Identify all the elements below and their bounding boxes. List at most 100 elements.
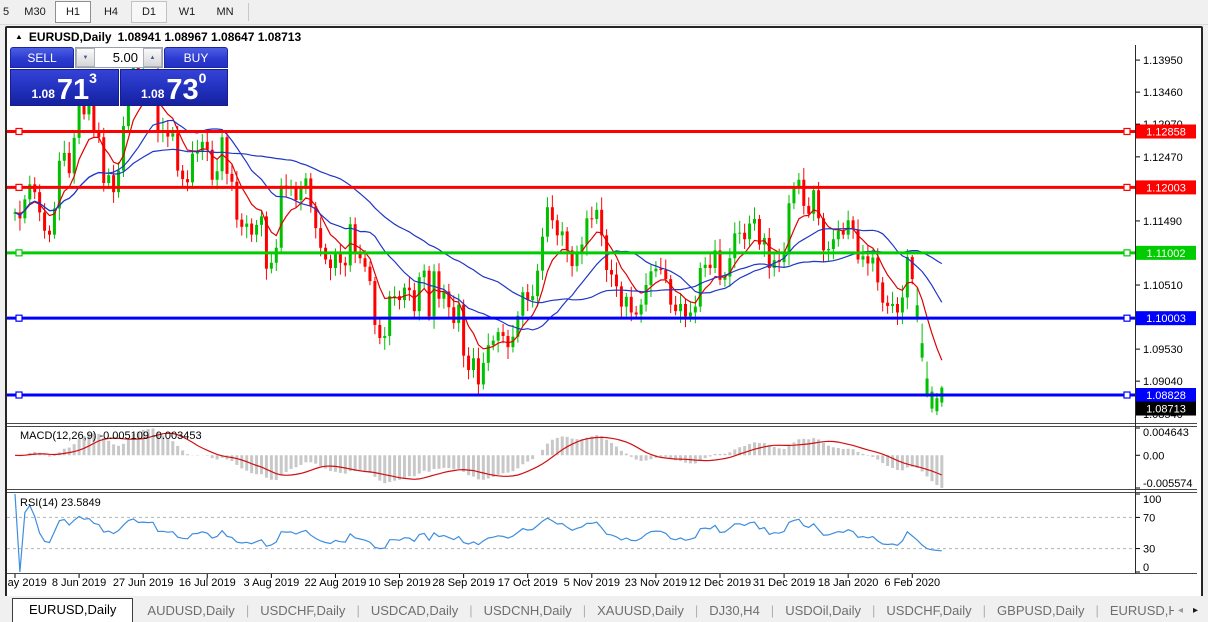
- chart-canvas[interactable]: 1.139501.134601.129701.124701.114901.105…: [0, 45, 1197, 592]
- candle-body: [674, 304, 678, 312]
- chart-tab-xauusd-daily[interactable]: XAUUSD,Daily: [587, 600, 694, 622]
- sell-button[interactable]: SELL: [10, 47, 74, 68]
- candle-body: [240, 219, 244, 227]
- candle-body: [703, 264, 707, 269]
- candle-body: [274, 247, 278, 263]
- level-line-handle[interactable]: [1123, 183, 1131, 191]
- buy-price-small: 1.08: [141, 87, 165, 101]
- candle-body: [891, 303, 895, 306]
- sell-price-sup: 3: [89, 70, 97, 86]
- buy-button[interactable]: BUY: [164, 47, 228, 68]
- level-line-handle[interactable]: [15, 183, 23, 191]
- candle-body: [437, 271, 441, 299]
- date-axis-label: 10 Sep 2019: [368, 577, 430, 589]
- candle-body: [659, 268, 663, 270]
- level-line-handle[interactable]: [1123, 249, 1131, 257]
- candle-body: [886, 302, 890, 306]
- level-line-handle[interactable]: [15, 314, 23, 322]
- chart-tab-usdcnh-daily[interactable]: USDCNH,Daily: [474, 600, 582, 622]
- tab-scroll-left-icon[interactable]: ◂: [1178, 605, 1183, 616]
- collapse-triangle-icon[interactable]: ▲: [15, 32, 23, 40]
- current-price-label: 1.08713: [1146, 404, 1186, 416]
- chart-tab-dj30-h4[interactable]: DJ30,H4: [699, 600, 770, 622]
- chart-tab-usdcad-daily[interactable]: USDCAD,Daily: [361, 600, 468, 622]
- candle-body: [693, 306, 697, 313]
- candle-body: [186, 179, 190, 183]
- candle-body: [836, 230, 840, 240]
- date-axis-label: 12 Dec 2019: [689, 577, 751, 589]
- candle-body: [669, 279, 673, 305]
- timeframe-button-w1[interactable]: W1: [169, 1, 205, 23]
- candle-body: [634, 312, 638, 315]
- candle-body: [920, 343, 924, 358]
- date-axis-label: 22 Aug 2019: [305, 577, 367, 589]
- candle-body: [181, 170, 185, 180]
- chart-tab-usdchf-daily[interactable]: USDCHF,Daily: [876, 600, 981, 622]
- candle-body: [279, 185, 283, 248]
- candle-body: [329, 259, 333, 269]
- candle-body: [501, 332, 505, 337]
- candle-body: [871, 257, 875, 264]
- candle-body: [683, 303, 687, 317]
- candle-body: [476, 358, 480, 385]
- chart-tab-usdchf-daily[interactable]: USDCHF,Daily: [250, 600, 355, 622]
- price-axis-label: 1.09040: [1143, 376, 1183, 388]
- timeframe-button-mn[interactable]: MN: [207, 1, 243, 23]
- chart-tab-usdoil-daily[interactable]: USDOil,Daily: [775, 600, 871, 622]
- timeframe-button-d1[interactable]: D1: [131, 1, 167, 23]
- candle-body: [521, 292, 525, 316]
- candle-body: [664, 269, 668, 280]
- timeframe-button-m30[interactable]: M30: [17, 1, 53, 23]
- volume-field[interactable]: 5.00: [95, 48, 143, 67]
- candle-body: [629, 296, 633, 313]
- candle-body: [72, 137, 76, 174]
- chart-tab-audusd-daily[interactable]: AUDUSD,Daily: [137, 600, 244, 622]
- candle-body: [471, 358, 475, 371]
- date-axis-label: 6 Feb 2020: [884, 577, 940, 589]
- chart-tab-bar: EURUSD,Daily AUDUSD,Daily | USDCHF,Daily | US…: [0, 596, 1208, 622]
- chart-tab-eurusd-h1[interactable]: EURUSD,H1: [1100, 600, 1174, 622]
- candle-body: [565, 231, 569, 251]
- buy-price-sup: 0: [198, 70, 207, 86]
- candle-body: [792, 188, 796, 204]
- level-line-handle[interactable]: [15, 391, 23, 399]
- candle-body: [412, 290, 416, 312]
- date-axis-label: 17 Oct 2019: [498, 577, 558, 589]
- sell-price-display[interactable]: 1.08 71 3: [10, 69, 119, 106]
- candle-body: [294, 187, 298, 201]
- candle-body: [644, 285, 648, 305]
- timeframe-button-m5[interactable]: 5: [0, 1, 15, 23]
- candle-body: [338, 252, 342, 263]
- chart-tab-gbpusd-daily[interactable]: GBPUSD,Daily: [987, 600, 1094, 622]
- candle-body: [822, 218, 826, 251]
- level-line-handle[interactable]: [15, 127, 23, 136]
- candle-body: [560, 231, 564, 236]
- timeframe-button-h4[interactable]: H4: [93, 1, 129, 23]
- volume-decrease-icon[interactable]: ▼: [76, 48, 95, 67]
- chart-tab-eurusd-daily[interactable]: EURUSD,Daily: [12, 598, 134, 622]
- timeframe-button-h1[interactable]: H1: [55, 1, 91, 23]
- date-axis-label: 28 Sep 2019: [432, 577, 494, 589]
- candle-body: [595, 209, 599, 219]
- level-line-handle[interactable]: [15, 249, 23, 257]
- chart-window: ▲ EURUSD,Daily 1.08941 1.08967 1.08647 1…: [0, 26, 1203, 598]
- level-line-handle[interactable]: [1123, 127, 1131, 136]
- candle-body: [407, 287, 411, 291]
- buy-price-display[interactable]: 1.08 73 0: [119, 69, 228, 106]
- candle-body: [467, 355, 471, 371]
- price-axis-label: 1.12470: [1143, 152, 1183, 164]
- candle-body: [245, 223, 249, 227]
- candle-body: [67, 152, 71, 174]
- volume-increase-icon[interactable]: ▲: [143, 48, 162, 67]
- candle-body: [619, 286, 623, 307]
- level-line-handle[interactable]: [1123, 314, 1131, 322]
- candle-body: [87, 105, 91, 115]
- candle-body: [679, 303, 683, 312]
- candle-body: [895, 303, 899, 313]
- candle-body: [457, 304, 461, 323]
- tab-scroll-right-icon[interactable]: ▸: [1193, 605, 1198, 616]
- candle-body: [491, 340, 495, 346]
- level-line-handle[interactable]: [1123, 391, 1131, 399]
- candle-body: [176, 133, 180, 171]
- chart-plot-area[interactable]: 1.139501.134601.129701.124701.114901.105…: [0, 45, 1197, 592]
